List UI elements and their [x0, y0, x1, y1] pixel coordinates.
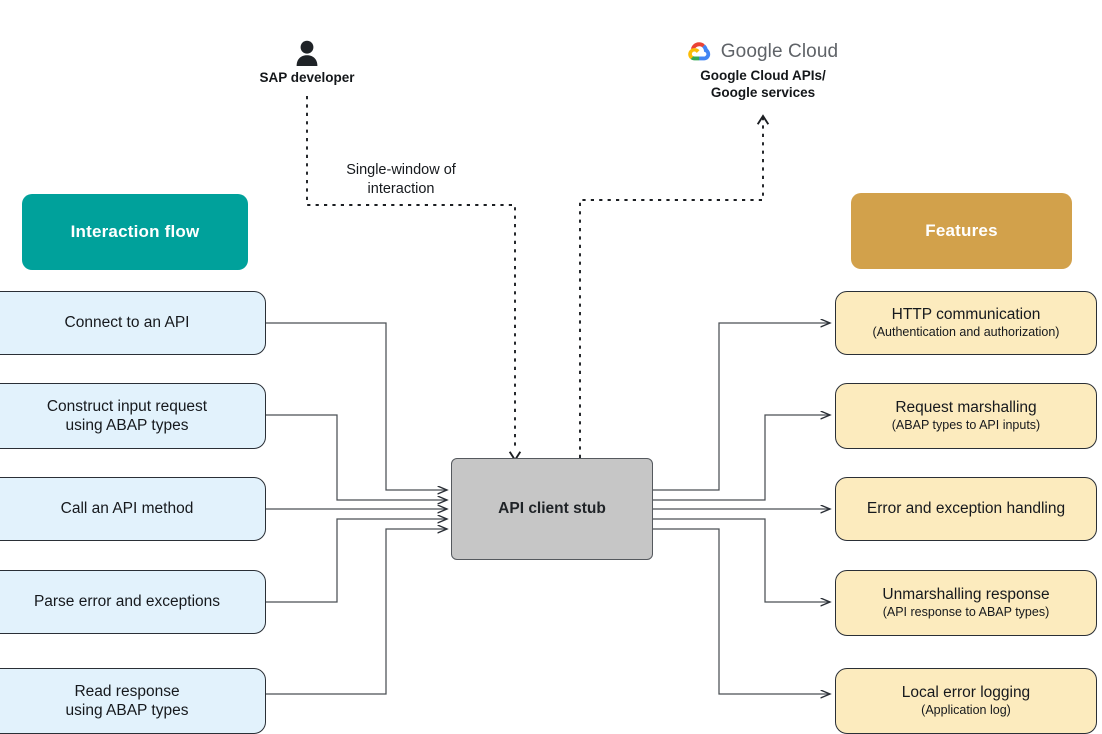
flow-box-construct-input-request[interactable]: Construct input request using ABAP types: [0, 383, 266, 449]
wire-request-marshalling: [653, 415, 830, 501]
single-window-annotation-line1: Single-window of: [346, 162, 456, 178]
flow-box-read-response-line1: Read response: [74, 682, 180, 700]
person-icon: [296, 40, 318, 66]
feature-box-unmarshalling-response-title: Unmarshalling response: [882, 586, 1050, 603]
actor-sap-developer-label: SAP developer: [259, 70, 355, 85]
section-header-features: Features: [851, 193, 1072, 269]
wire-sap-developer-to-stub: [306, 96, 516, 450]
section-header-interaction-flow-label: Interaction flow: [70, 222, 200, 242]
feature-box-error-and-exception-handling-title: Error and exception handling: [866, 500, 1066, 518]
wire-parse-errors: [266, 519, 447, 603]
flow-box-construct-input-request-line2: using ABAP types: [65, 417, 189, 434]
google-cloud-wordmark: Google Cloud: [720, 41, 839, 62]
actor-sap-developer: SAP developer: [236, 40, 378, 87]
wire-stub-to-google-cloud: [579, 118, 764, 458]
flow-box-read-response[interactable]: Read response using ABAP types: [0, 668, 266, 734]
actor-google-cloud: Google Cloud Google Cloud APIs/ Google s…: [660, 40, 866, 102]
feature-box-local-error-logging[interactable]: Local error logging (Application log): [835, 668, 1097, 734]
flow-box-connect-to-an-api[interactable]: Connect to an API: [0, 291, 266, 355]
flow-box-call-an-api-method[interactable]: Call an API method: [0, 477, 266, 541]
feature-box-local-error-logging-title: Local error logging: [901, 684, 1031, 701]
feature-box-request-marshalling[interactable]: Request marshalling (ABAP types to API i…: [835, 383, 1097, 449]
flow-box-parse-error-and-exceptions[interactable]: Parse error and exceptions: [0, 570, 266, 634]
single-window-annotation: Single-window of interaction: [320, 161, 482, 199]
feature-box-request-marshalling-subtitle: (ABAP types to API inputs): [891, 418, 1041, 433]
api-client-stub-box[interactable]: API client stub: [451, 458, 653, 560]
wire-unmarshalling: [653, 518, 830, 602]
google-cloud-branding: Google Cloud: [660, 40, 866, 64]
flow-box-read-response-line2: using ABAP types: [65, 702, 189, 719]
feature-box-unmarshalling-response-subtitle: (API response to ABAP types): [882, 605, 1050, 620]
feature-box-error-and-exception-handling[interactable]: Error and exception handling: [835, 477, 1097, 541]
flow-box-connect-to-an-api-line1: Connect to an API: [64, 314, 190, 332]
arrowhead-into-google-cloud: [756, 114, 770, 125]
flow-box-call-an-api-method-line1: Call an API method: [60, 500, 194, 518]
feature-box-http-communication-title: HTTP communication: [891, 306, 1041, 323]
section-header-features-label: Features: [925, 221, 998, 241]
diagram-canvas: SAP developer Google Cloud Google Cloud …: [0, 0, 1102, 734]
wire-construct-input: [266, 414, 447, 500]
wire-connect-to-api: [266, 322, 447, 490]
flow-box-construct-input-request-line1: Construct input request: [46, 397, 208, 415]
google-cloud-logo-icon: [687, 42, 710, 61]
single-window-annotation-line2: interaction: [367, 180, 435, 197]
section-header-interaction-flow: Interaction flow: [22, 194, 248, 270]
actor-google-cloud-label-line1: Google Cloud APIs/: [700, 67, 826, 83]
wire-read-response: [266, 529, 447, 695]
feature-box-unmarshalling-response[interactable]: Unmarshalling response (API response to …: [835, 570, 1097, 636]
flow-box-parse-error-and-exceptions-line1: Parse error and exceptions: [33, 593, 221, 611]
feature-box-local-error-logging-subtitle: (Application log): [921, 703, 1011, 718]
api-client-stub-label: API client stub: [498, 500, 606, 518]
feature-box-http-communication[interactable]: HTTP communication (Authentication and a…: [835, 291, 1097, 355]
wire-http-communication: [653, 323, 830, 491]
actor-google-cloud-label-line2: Google services: [710, 84, 816, 100]
feature-box-http-communication-subtitle: (Authentication and authorization): [872, 325, 1060, 340]
feature-box-request-marshalling-title: Request marshalling: [895, 399, 1037, 416]
wire-local-logging: [653, 528, 830, 694]
